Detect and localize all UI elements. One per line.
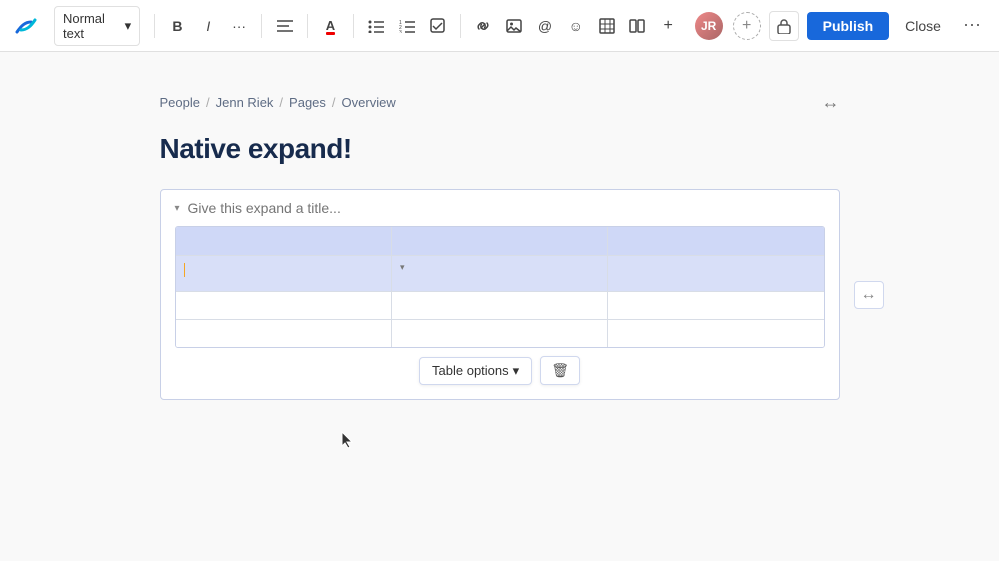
divider-1 <box>154 14 155 38</box>
table-delete-button[interactable]: 🗑 <box>540 356 580 385</box>
table-options-label: Table options <box>432 363 509 378</box>
divider-3 <box>307 14 308 38</box>
breadcrumb-jenn-riek[interactable]: Jenn Riek <box>216 95 274 110</box>
align-button[interactable] <box>272 12 297 40</box>
breadcrumb-overview[interactable]: Overview <box>342 95 396 110</box>
breadcrumb-pages[interactable]: Pages <box>289 95 326 110</box>
italic-button[interactable]: I <box>196 12 221 40</box>
table-options-chevron-icon: ▾ <box>513 363 520 379</box>
table-cell[interactable] <box>392 291 608 319</box>
svg-text:3: 3 <box>399 30 402 33</box>
divider-4 <box>353 14 354 38</box>
breadcrumb-sep-2: / <box>279 95 283 110</box>
dropdown-arrow-icon: ▾ <box>400 262 405 273</box>
table-container: ▾ <box>175 226 825 348</box>
insert-more-button[interactable]: + <box>656 12 681 40</box>
breadcrumb-sep-3: / <box>332 95 336 110</box>
table-button[interactable] <box>594 12 619 40</box>
table-cell[interactable] <box>392 227 608 255</box>
table: ▾ <box>176 227 824 347</box>
table-row <box>176 291 824 319</box>
style-selector[interactable]: Normal text ▾ <box>54 6 140 46</box>
table-cell[interactable]: ▾ <box>392 255 608 291</box>
more-format-button[interactable]: ··· <box>227 12 252 40</box>
task-button[interactable] <box>425 12 450 40</box>
delete-icon: 🗑 <box>551 362 569 378</box>
expand-block: ▾ <box>160 189 840 400</box>
avatar-group: JR <box>693 10 725 42</box>
lock-button[interactable] <box>769 11 799 41</box>
divider-5 <box>460 14 461 38</box>
expand-header[interactable]: ▾ <box>161 190 839 226</box>
cell-dropdown-container: ▾ <box>400 262 599 273</box>
table-row: ▾ <box>176 255 824 291</box>
expand-chevron-icon: ▾ <box>175 203 180 214</box>
table-options-button[interactable]: Table options ▾ <box>419 357 532 385</box>
expand-block-wrapper: ▾ <box>160 189 840 400</box>
add-collaborator-button[interactable]: + <box>733 12 761 40</box>
table-cell[interactable] <box>608 255 824 291</box>
table-cell[interactable] <box>176 227 392 255</box>
mouse-cursor <box>340 430 354 455</box>
cell-cursor <box>184 263 185 277</box>
mention-button[interactable]: @ <box>533 12 558 40</box>
image-button[interactable] <box>502 12 527 40</box>
avatar-image: JR <box>695 12 723 40</box>
breadcrumb-sep-1: / <box>206 95 210 110</box>
bullet-list-button[interactable] <box>364 12 389 40</box>
page-title[interactable]: Native expand! <box>160 133 840 165</box>
page-content: People / Jenn Riek / Pages / Overview ↔ … <box>160 92 840 420</box>
divider-2 <box>261 14 262 38</box>
toolbar: Normal text ▾ B I ··· A 123 @ ☺ + <box>0 0 999 52</box>
column-button[interactable] <box>625 12 650 40</box>
table-row <box>176 319 824 347</box>
publish-button[interactable]: Publish <box>807 12 890 40</box>
table-cell[interactable] <box>392 319 608 347</box>
toolbar-right: JR + Publish Close ⋯ <box>693 10 987 42</box>
content-area: People / Jenn Riek / Pages / Overview ↔ … <box>0 52 999 561</box>
table-cell[interactable] <box>608 319 824 347</box>
expand-body: ▾ <box>161 226 839 399</box>
table-cell[interactable] <box>176 291 392 319</box>
avatar: JR <box>693 10 725 42</box>
text-color-button[interactable]: A <box>318 12 343 40</box>
emoji-button[interactable]: ☺ <box>563 12 588 40</box>
breadcrumb-expand-button[interactable]: ↔ <box>822 92 840 113</box>
breadcrumb-people[interactable]: People <box>160 95 200 110</box>
more-options-button[interactable]: ⋯ <box>957 11 987 40</box>
number-list-button[interactable]: 123 <box>395 12 420 40</box>
link-button[interactable] <box>471 12 496 40</box>
table-options-bar: Table options ▾ 🗑 <box>175 356 825 385</box>
table-cell[interactable] <box>176 255 392 291</box>
table-cell[interactable] <box>608 291 824 319</box>
bold-button[interactable]: B <box>165 12 190 40</box>
close-button[interactable]: Close <box>897 12 949 40</box>
table-cell[interactable] <box>176 319 392 347</box>
style-label: Normal text <box>63 11 121 41</box>
table-row <box>176 227 824 255</box>
style-chevron-icon: ▾ <box>125 18 132 34</box>
breadcrumb: People / Jenn Riek / Pages / Overview ↔ <box>160 92 840 113</box>
expand-title-input[interactable] <box>188 200 825 216</box>
logo <box>12 12 40 40</box>
table-cell[interactable] <box>608 227 824 255</box>
expand-width-button[interactable]: ↔ <box>854 281 884 309</box>
